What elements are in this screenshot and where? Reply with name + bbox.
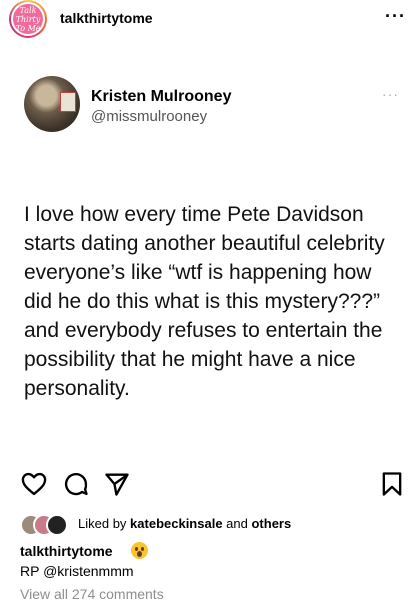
astonished-face-emoji-icon — [131, 542, 148, 559]
caption-text: RP @kristenmmm — [20, 563, 134, 579]
view-all-comments-link[interactable]: View all 274 comments — [20, 586, 164, 602]
heart-icon[interactable] — [20, 470, 48, 498]
liker-username[interactable]: katebeckinsale — [130, 516, 223, 531]
post-header: Talk Thirty To Me talkthirtytome ··· — [0, 0, 420, 42]
tweet-author-avatar — [24, 76, 80, 132]
comment-icon[interactable] — [62, 470, 90, 498]
account-username[interactable]: talkthirtytome — [60, 10, 153, 26]
bookmark-icon[interactable] — [378, 470, 406, 498]
account-avatar[interactable]: Talk Thirty To Me — [9, 0, 47, 38]
tweet-screenshot: Kristen Mulrooney @missmulrooney ··· I l… — [0, 42, 420, 462]
send-icon[interactable] — [103, 470, 131, 498]
likes-others-link[interactable]: others — [251, 516, 291, 531]
likes-row[interactable]: Liked by katebeckinsale and others — [20, 513, 420, 536]
avatar-logo: Talk Thirty To Me — [13, 4, 43, 34]
tweet-author-name: Kristen Mulrooney — [91, 88, 232, 105]
post-actions — [0, 470, 420, 504]
tweet-more-icon: ··· — [382, 86, 399, 102]
liker-avatar — [46, 514, 68, 536]
likes-summary: Liked by katebeckinsale and others — [78, 516, 292, 531]
more-options-icon[interactable]: ··· — [385, 6, 406, 27]
caption-username[interactable]: talkthirtytome — [20, 543, 113, 559]
tweet-author-handle: @missmulrooney — [91, 108, 208, 125]
tweet-text: I love how every time Pete Davidson star… — [24, 203, 385, 400]
